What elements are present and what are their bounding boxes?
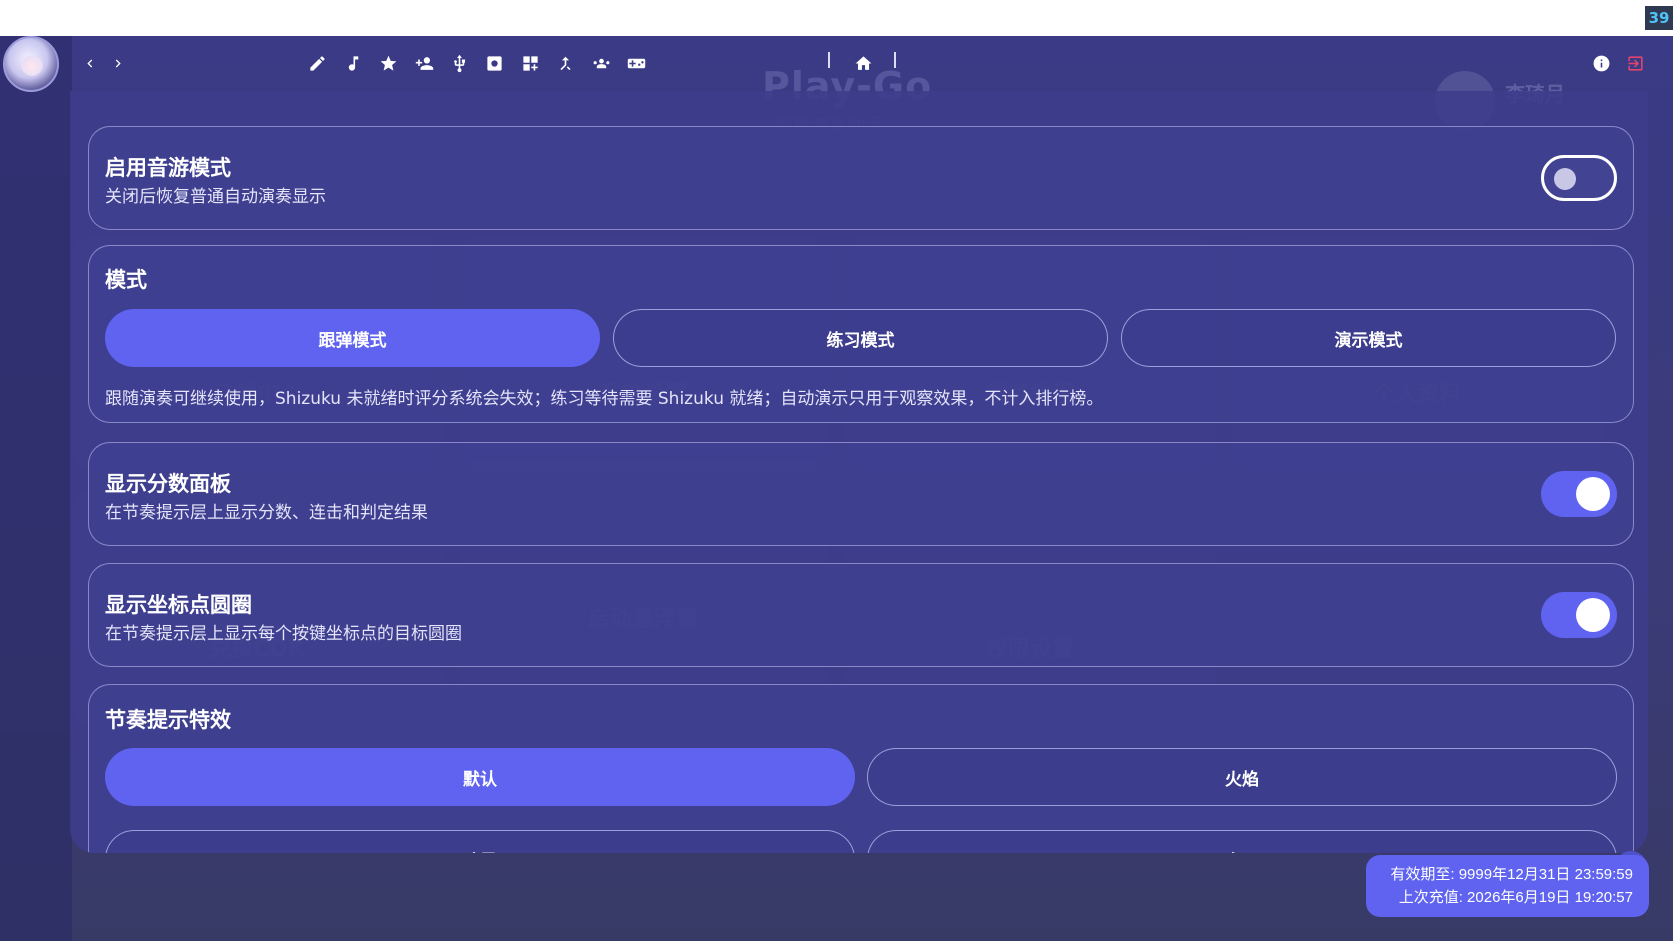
status-bar: 39 xyxy=(0,0,1673,36)
effect-default-button[interactable]: 默认 xyxy=(105,748,855,806)
merge-icon[interactable] xyxy=(554,48,576,78)
rhythm-mode-toggle[interactable] xyxy=(1541,155,1617,201)
usb-icon[interactable] xyxy=(448,48,470,78)
coord-circle-card: 显示坐标点圆圈 在节奏提示层上显示每个按键坐标点的目标圆圈 xyxy=(88,563,1634,667)
settings-box-icon[interactable] xyxy=(483,48,505,78)
toggle-knob xyxy=(1576,477,1610,511)
toolbar-divider xyxy=(894,52,896,68)
effect-card: 节奏提示特效 默认 火焰 暗黑 血月 xyxy=(88,684,1634,853)
toggle-knob xyxy=(1576,598,1610,632)
last-recharge-text: 上次充值: 2026年6月19日 19:20:57 xyxy=(1398,889,1633,906)
add-person-icon[interactable] xyxy=(412,48,436,78)
group-icon[interactable] xyxy=(588,48,614,78)
valid-until-text: 有效期至: 9999年12月31日 23:59:59 xyxy=(1390,866,1633,883)
fps-badge: 39 xyxy=(1645,6,1673,30)
coord-circle-desc: 在节奏提示层上显示每个按键坐标点的目标圆圈 xyxy=(105,624,462,644)
gamepad-icon[interactable] xyxy=(624,48,648,78)
effect-bloodmoon-button[interactable]: 血月 xyxy=(867,830,1617,853)
pencil-icon[interactable] xyxy=(306,48,328,78)
score-panel-card: 显示分数面板 在节奏提示层上显示分数、连击和判定结果 xyxy=(88,442,1634,546)
score-panel-desc: 在节奏提示层上显示分数、连击和判定结果 xyxy=(105,503,428,523)
coord-circle-title: 显示坐标点圆圈 xyxy=(105,593,252,617)
music-note-icon[interactable] xyxy=(342,48,364,78)
effect-dark-button[interactable]: 暗黑 xyxy=(105,830,855,853)
mode-desc: 跟随演奏可继续使用，Shizuku 未就绪时评分系统会失效；练习等待需要 Shi… xyxy=(105,389,1104,409)
app-window: Play-Go 智能演奏助手 李琦月 云端中心 系统设置 视频教程 个人资料 兑… xyxy=(0,36,1673,941)
exit-icon[interactable] xyxy=(1624,48,1646,78)
effect-flame-button[interactable]: 火焰 xyxy=(867,748,1617,806)
mode-title: 模式 xyxy=(105,268,147,292)
star-icon[interactable] xyxy=(377,48,399,78)
score-panel-toggle[interactable] xyxy=(1541,471,1617,517)
avatar[interactable] xyxy=(3,36,59,92)
toggle-knob xyxy=(1554,168,1576,190)
mode-follow-button[interactable]: 跟弹模式 xyxy=(105,309,600,367)
chevron-left-icon[interactable] xyxy=(82,48,98,78)
rhythm-mode-title: 启用音游模式 xyxy=(105,156,231,180)
grid-add-icon[interactable] xyxy=(519,48,541,78)
coord-circle-toggle[interactable] xyxy=(1541,592,1617,638)
mode-card: 模式 跟弹模式 练习模式 演示模式 跟随演奏可继续使用，Shizuku 未就绪时… xyxy=(88,245,1634,423)
mode-demo-button[interactable]: 演示模式 xyxy=(1121,309,1616,367)
effect-title: 节奏提示特效 xyxy=(105,708,231,732)
side-rail xyxy=(0,36,72,941)
settings-panel: 启用音游模式 关闭后恢复普通自动演奏显示 模式 跟弹模式 练习模式 演示模式 跟… xyxy=(70,91,1648,853)
mode-practice-button[interactable]: 练习模式 xyxy=(613,309,1108,367)
toolbar-divider xyxy=(828,52,830,68)
chevron-right-icon[interactable] xyxy=(110,48,126,78)
rhythm-mode-desc: 关闭后恢复普通自动演奏显示 xyxy=(105,187,326,207)
home-icon[interactable] xyxy=(852,48,874,78)
rhythm-mode-card: 启用音游模式 关闭后恢复普通自动演奏显示 xyxy=(88,126,1634,230)
score-panel-title: 显示分数面板 xyxy=(105,472,231,496)
info-icon[interactable] xyxy=(1590,48,1612,78)
expiry-info: 有效期至: 9999年12月31日 23:59:59 上次充值: 2026年6月… xyxy=(1366,855,1649,917)
